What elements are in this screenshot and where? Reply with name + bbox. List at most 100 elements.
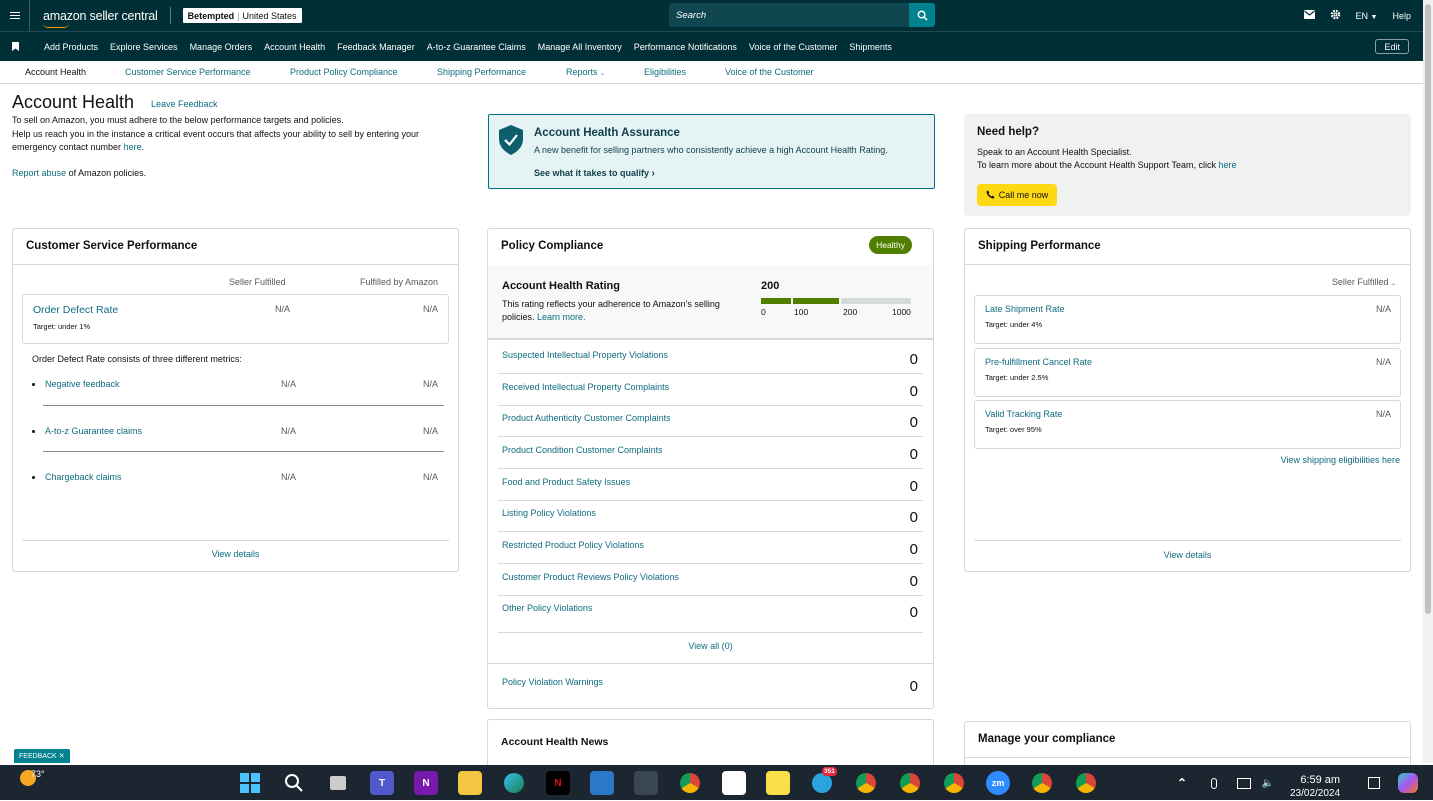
store-selector[interactable]: Betempted | United States — [182, 8, 302, 23]
task-view-icon[interactable] — [326, 771, 350, 795]
call-me-now-button[interactable]: Call me now — [977, 184, 1057, 206]
tab-account-health[interactable]: Account Health — [25, 67, 86, 77]
qualify-link[interactable]: See what it takes to qualify › — [534, 168, 655, 179]
order-defect-rate-link[interactable]: Order Defect Rate — [33, 304, 118, 316]
view-all-link[interactable]: View all (0) — [488, 641, 933, 651]
negative-feedback-link[interactable]: Negative feedback — [32, 379, 120, 389]
file-explorer-icon[interactable] — [458, 771, 482, 795]
nav-add-products[interactable]: Add Products — [44, 42, 98, 52]
support-team-link[interactable]: here — [1218, 160, 1236, 170]
sticky-notes-icon[interactable] — [766, 771, 790, 795]
nav-account-health[interactable]: Account Health — [264, 42, 325, 52]
late-shipment-rate-link[interactable]: Late Shipment Rate — [985, 304, 1065, 314]
policy-row[interactable]: Food and Product Safety Issues 0 — [498, 469, 923, 501]
policy-row-label[interactable]: Product Condition Customer Complaints — [502, 445, 663, 455]
nav-a-to-z-claims[interactable]: A-to-z Guarantee Claims — [427, 42, 526, 52]
policy-row[interactable]: Received Intellectual Property Complaint… — [498, 374, 923, 406]
policy-row[interactable]: Customer Product Reviews Policy Violatio… — [498, 564, 923, 596]
network-icon[interactable] — [1232, 771, 1256, 795]
teams-icon[interactable]: T — [370, 771, 394, 795]
microphone-icon[interactable] — [1202, 771, 1226, 795]
edge-icon[interactable] — [502, 771, 526, 795]
tab-customer-service-performance[interactable]: Customer Service Performance — [125, 67, 251, 77]
policy-row-label[interactable]: Received Intellectual Property Complaint… — [502, 382, 669, 392]
copilot-icon[interactable] — [1396, 771, 1420, 795]
feedback-tab[interactable]: FEEDBACK ✕ — [14, 749, 70, 763]
bookmark-icon[interactable] — [0, 42, 30, 51]
a-to-z-claims-link[interactable]: A-to-z Guarantee claims — [32, 426, 142, 436]
nav-explore-services[interactable]: Explore Services — [110, 42, 178, 52]
chevron-up-icon[interactable]: ⌃ — [1170, 771, 1194, 795]
vertical-scrollbar[interactable] — [1423, 0, 1433, 763]
csp-view-details-link[interactable]: View details — [13, 549, 458, 559]
policy-row-label[interactable]: Suspected Intellectual Property Violatio… — [502, 350, 668, 360]
policy-row[interactable]: Listing Policy Violations 0 — [498, 500, 923, 532]
hamburger-menu-icon[interactable] — [0, 0, 30, 31]
chrome-profile-icon[interactable] — [1074, 771, 1098, 795]
notifications-icon[interactable] — [1362, 771, 1386, 795]
chrome-profile-icon[interactable] — [942, 771, 966, 795]
onenote-icon[interactable]: N — [414, 771, 438, 795]
shipping-view-details-link[interactable]: View details — [965, 550, 1410, 560]
policy-row[interactable]: Restricted Product Policy Violations 0 — [498, 532, 923, 564]
tab-voice-of-the-customer[interactable]: Voice of the Customer — [725, 67, 814, 77]
emergency-contact-link[interactable]: here — [124, 142, 142, 152]
policy-row-label[interactable]: Listing Policy Violations — [502, 508, 596, 518]
nav-feedback-manager[interactable]: Feedback Manager — [337, 42, 415, 52]
learn-more-link[interactable]: Learn more. — [537, 312, 586, 322]
report-abuse-link[interactable]: Report abuse — [12, 168, 66, 178]
netflix-icon[interactable]: N — [546, 771, 570, 795]
notepad-icon[interactable] — [590, 771, 614, 795]
leave-feedback-link[interactable]: Leave Feedback — [151, 99, 218, 109]
tab-product-policy-compliance[interactable]: Product Policy Compliance — [290, 67, 398, 77]
weather-widget[interactable]: 73° — [20, 769, 45, 786]
shipping-eligibilities-link[interactable]: View shipping eligibilities here — [1281, 455, 1400, 465]
chrome-profile-icon[interactable] — [898, 771, 922, 795]
fulfillment-filter-dropdown[interactable]: Seller Fulfilled ⌄ — [1332, 277, 1396, 287]
system-clock[interactable]: 6:59 am 23/02/2024 — [1290, 773, 1340, 801]
valid-tracking-rate-link[interactable]: Valid Tracking Rate — [985, 409, 1062, 419]
snipping-tool-icon[interactable] — [722, 771, 746, 795]
pre-fulfillment-cancel-rate-link[interactable]: Pre-fulfillment Cancel Rate — [985, 357, 1092, 367]
edit-nav-button[interactable]: Edit — [1375, 39, 1409, 54]
search-icon[interactable] — [282, 771, 306, 795]
calculator-icon[interactable] — [634, 771, 658, 795]
search-icon[interactable] — [909, 3, 935, 27]
tab-eligibilities[interactable]: Eligibilities — [644, 67, 686, 77]
policy-row[interactable]: Product Condition Customer Complaints 0 — [498, 437, 923, 469]
policy-warnings-link[interactable]: Policy Violation Warnings — [502, 677, 603, 687]
nav-manage-inventory[interactable]: Manage All Inventory — [538, 42, 622, 52]
tab-shipping-performance[interactable]: Shipping Performance — [437, 67, 526, 77]
policy-warnings-row[interactable]: Policy Violation Warnings 0 — [498, 669, 923, 701]
policy-row-label[interactable]: Product Authenticity Customer Complaints — [502, 413, 671, 423]
scrollbar-thumb[interactable] — [1425, 4, 1431, 614]
policy-row-label[interactable]: Food and Product Safety Issues — [502, 477, 630, 487]
chrome-profile-icon[interactable] — [854, 771, 878, 795]
close-icon[interactable]: ✕ — [59, 752, 65, 760]
chrome-icon[interactable] — [678, 771, 702, 795]
telegram-icon[interactable]: 351 — [810, 767, 837, 795]
windows-start-icon[interactable] — [238, 771, 262, 795]
policy-row[interactable]: Product Authenticity Customer Complaints… — [498, 405, 923, 437]
help-link[interactable]: Help — [1392, 11, 1411, 21]
policy-row-label[interactable]: Other Policy Violations — [502, 603, 592, 613]
policy-row-label[interactable]: Customer Product Reviews Policy Violatio… — [502, 572, 679, 582]
policy-row[interactable]: Suspected Intellectual Property Violatio… — [498, 342, 923, 374]
seller-central-logo[interactable]: amazon seller central — [43, 9, 158, 28]
tab-reports[interactable]: Reports ⌄ — [566, 67, 605, 77]
language-selector[interactable]: EN ▼ — [1356, 11, 1378, 21]
policy-row[interactable]: Other Policy Violations 0 — [498, 595, 923, 633]
policy-row-label[interactable]: Restricted Product Policy Violations — [502, 540, 644, 550]
chargeback-claims-link[interactable]: Chargeback claims — [32, 472, 122, 482]
nav-performance-notifications[interactable]: Performance Notifications — [634, 42, 737, 52]
gear-icon[interactable] — [1330, 9, 1341, 22]
volume-icon[interactable]: 🔈 — [1256, 771, 1280, 795]
nav-shipments[interactable]: Shipments — [849, 42, 892, 52]
mail-icon[interactable] — [1303, 10, 1315, 21]
search-input[interactable]: Search — [669, 3, 909, 27]
chrome-profile-icon[interactable] — [1030, 771, 1054, 795]
zoom-icon[interactable]: zm — [986, 771, 1010, 795]
search-bar[interactable]: Search — [669, 3, 935, 27]
nav-manage-orders[interactable]: Manage Orders — [190, 42, 253, 52]
nav-voice-of-customer[interactable]: Voice of the Customer — [749, 42, 838, 52]
